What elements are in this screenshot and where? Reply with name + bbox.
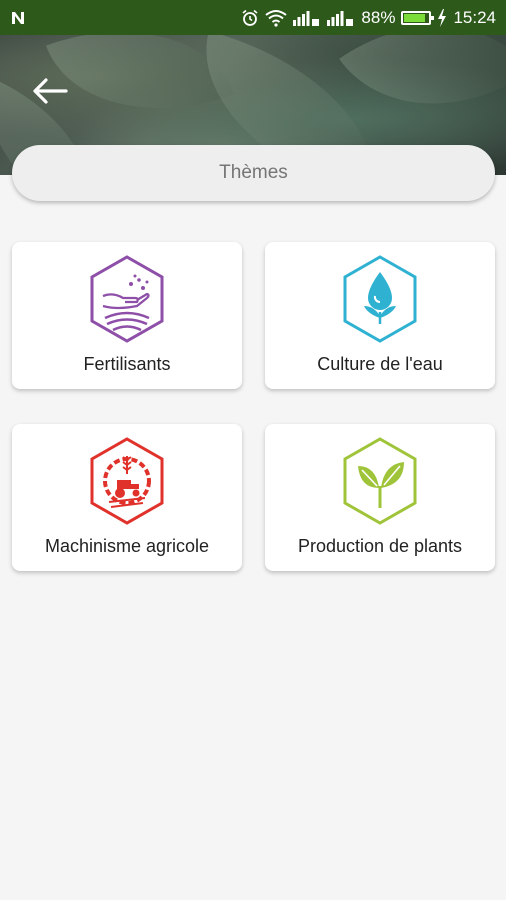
hand-seeds-icon xyxy=(87,254,167,344)
themes-title-bar: Thèmes xyxy=(12,145,495,201)
notification-n-icon xyxy=(10,10,26,26)
theme-label: Machinisme agricole xyxy=(44,536,210,556)
clock-time: 15:24 xyxy=(453,7,496,27)
theme-card-production-plants[interactable]: Production de plants xyxy=(265,424,495,571)
arrow-left-icon xyxy=(33,78,68,104)
theme-label: Production de plants xyxy=(297,536,463,556)
signal-2-icon xyxy=(327,9,355,27)
water-drop-leaf-icon xyxy=(340,254,420,344)
alarm-icon xyxy=(241,9,259,27)
status-bar: 88% 15:24 xyxy=(0,0,506,35)
signal-1-icon xyxy=(293,9,321,27)
back-button[interactable] xyxy=(28,73,72,109)
battery-percent: 88% xyxy=(361,7,396,27)
leaf-decor xyxy=(339,35,506,158)
charging-icon xyxy=(437,8,447,27)
two-leaves-icon xyxy=(340,436,420,526)
theme-card-fertilisants[interactable]: Fertilisants xyxy=(12,242,242,389)
themes-title: Thèmes xyxy=(219,162,288,183)
theme-label: Fertilisants xyxy=(83,354,171,374)
wifi-icon xyxy=(265,9,288,27)
battery-icon xyxy=(401,10,435,25)
theme-label: Culture de l'eau xyxy=(317,354,443,374)
theme-card-machinisme[interactable]: Machinisme agricole xyxy=(12,424,242,571)
theme-card-culture-eau[interactable]: Culture de l'eau xyxy=(265,242,495,389)
tractor-gear-icon xyxy=(87,436,167,526)
